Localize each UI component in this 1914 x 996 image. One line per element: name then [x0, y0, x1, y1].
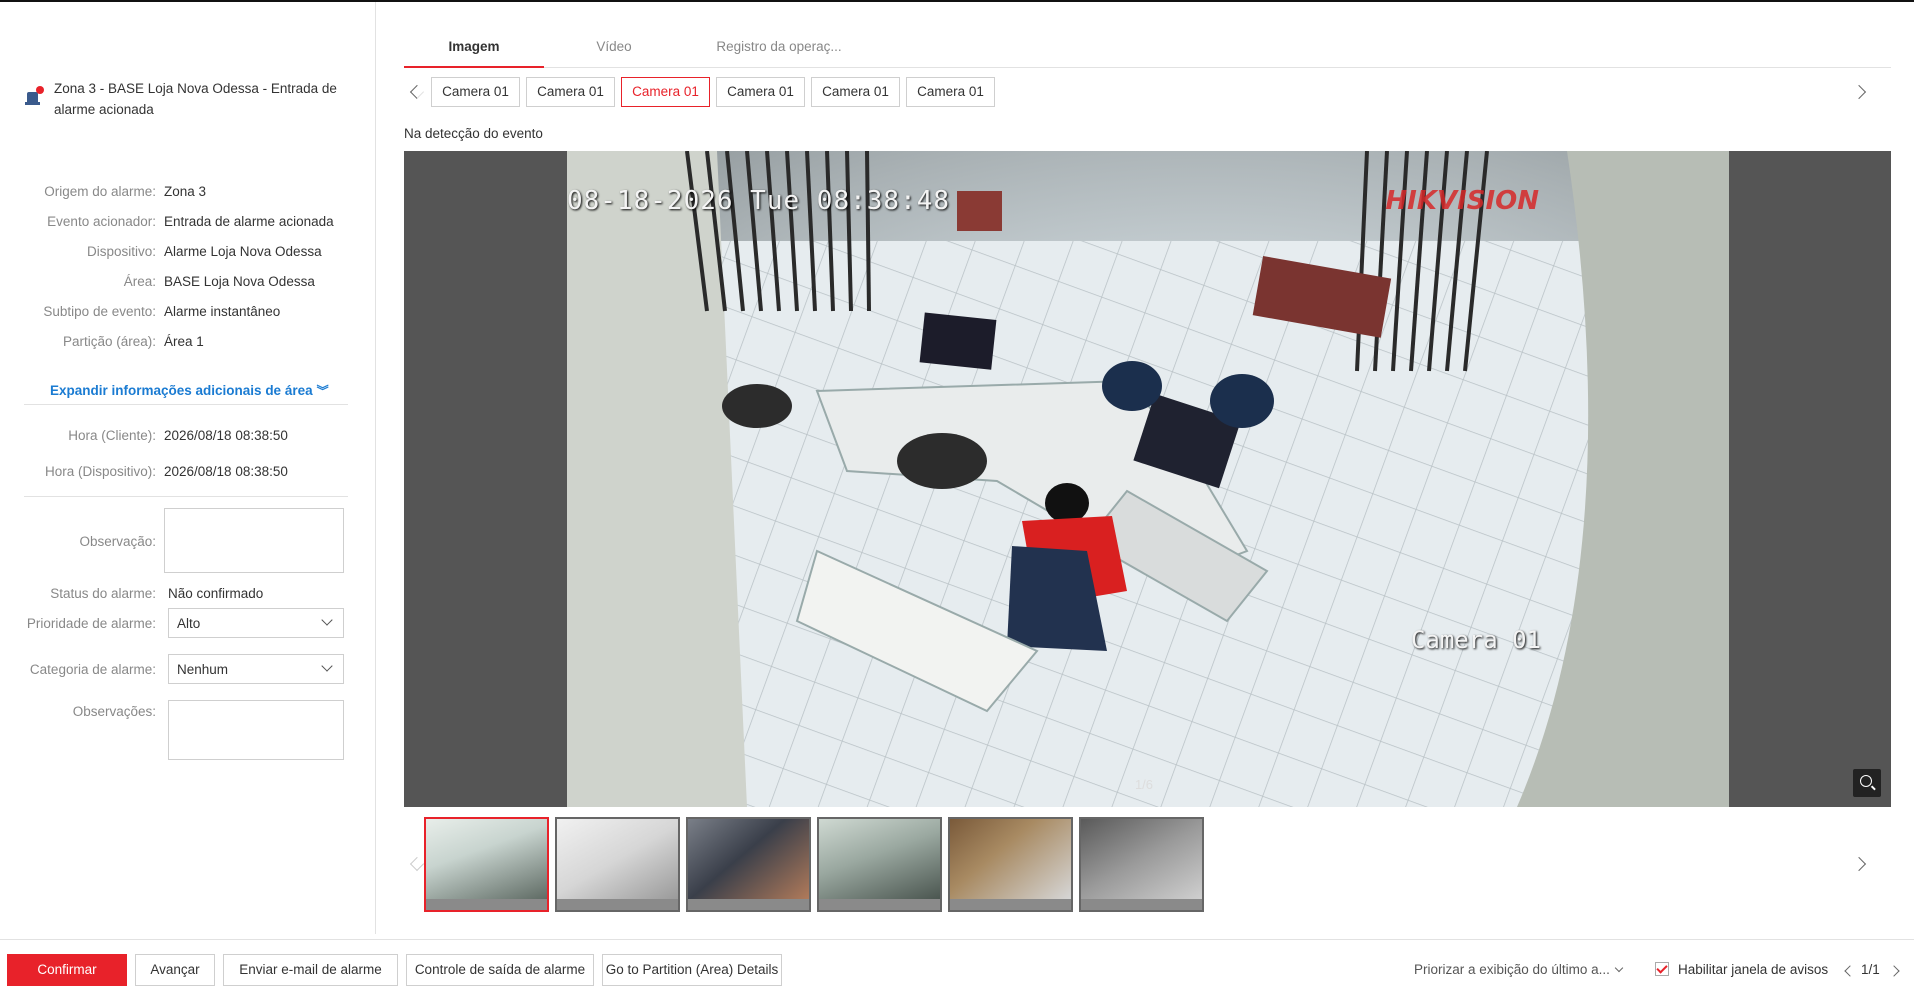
alarm-output-button[interactable]: Controle de saída de alarme — [406, 954, 594, 986]
pager: 1/1 — [1861, 962, 1880, 977]
alarm-title: Zona 3 - BASE Loja Nova Odessa - Entrada… — [54, 81, 337, 117]
tab-video[interactable]: Vídeo — [544, 34, 684, 67]
confirm-button[interactable]: Confirmar — [7, 954, 127, 986]
brand-watermark: HIKVISION — [1385, 186, 1539, 216]
tab-registro[interactable]: Registro da operaç... — [684, 34, 874, 67]
chevron-right-icon[interactable] — [1851, 856, 1867, 872]
thumbnail[interactable] — [555, 817, 680, 912]
divider — [24, 496, 348, 497]
alarm-siren-icon — [24, 86, 44, 106]
observacao-row: Observação: — [24, 508, 354, 573]
action-footer: Confirmar Avançar Enviar e-mail de alarm… — [0, 939, 1914, 996]
camera-snapshot: 08-18-2026 Tue 08:38:48 HIKVISION Camera… — [567, 151, 1729, 807]
partition-details-button[interactable]: Go to Partition (Area) Details — [602, 954, 782, 986]
observacoes-row: Observações: — [24, 700, 354, 760]
image-counter: 1/6 — [1134, 777, 1154, 792]
send-email-button[interactable]: Enviar e-mail de alarme — [223, 954, 398, 986]
time-row-dispositivo: Hora (Dispositivo): 2026/08/18 08:38:50 — [44, 464, 288, 479]
tab-imagem[interactable]: Imagem — [404, 34, 544, 68]
thumbnail[interactable] — [424, 817, 549, 912]
detail-row-dispositivo: Dispositivo: Alarme Loja Nova Odessa — [86, 244, 322, 259]
status-row: Status do alarme: Não confirmado — [50, 586, 264, 601]
enable-window-label: Habilitar janela de avisos — [1678, 962, 1829, 977]
event-caption: Na detecção do evento — [404, 126, 543, 141]
detail-row-origem: Origem do alarme: Zona 3 — [44, 184, 207, 199]
thumbnail[interactable] — [948, 817, 1073, 912]
camera-selector: Camera 01 Camera 01 Camera 01 Camera 01 … — [404, 77, 1894, 107]
detail-row-particao: Partição (área): Área 1 — [62, 334, 204, 349]
categoria-select[interactable]: Nenhum — [168, 654, 344, 684]
chevron-down-icon — [321, 660, 333, 672]
chevron-left-icon[interactable] — [1844, 965, 1856, 977]
camera-button[interactable]: Camera 01 — [716, 77, 805, 107]
zoom-in-button[interactable] — [1853, 769, 1881, 797]
chevron-down-icon — [321, 614, 333, 626]
thumbnail[interactable] — [1079, 817, 1204, 912]
thumbnail[interactable] — [686, 817, 811, 912]
snapshot-illustration — [567, 151, 1729, 807]
detail-row-subtipo: Subtipo de evento: Alarme instantâneo — [43, 304, 281, 319]
status-value: Não confirmado — [168, 586, 264, 601]
detail-row-evento: Evento acionador: Entrada de alarme acio… — [47, 214, 334, 229]
advance-button[interactable]: Avançar — [135, 954, 215, 986]
priority-display-select[interactable]: Priorizar a exibição do último a... — [1414, 962, 1624, 977]
image-viewer[interactable]: 08-18-2026 Tue 08:38:48 HIKVISION Camera… — [404, 151, 1891, 807]
expand-area-info-link[interactable]: Expandir informações adicionais de área ︾ — [50, 382, 329, 399]
chevron-right-icon[interactable] — [1851, 84, 1867, 100]
camera-button[interactable]: Camera 01 — [431, 77, 520, 107]
camera-button-selected[interactable]: Camera 01 — [621, 77, 710, 107]
camera-button[interactable]: Camera 01 — [811, 77, 900, 107]
observacao-textarea[interactable] — [164, 508, 344, 573]
thumbnail[interactable] — [817, 817, 942, 912]
categoria-row: Categoria de alarme: Nenhum — [24, 654, 354, 684]
chevron-left-icon[interactable] — [409, 84, 425, 100]
prioridade-row: Prioridade de alarme: Alto — [24, 608, 354, 638]
observacoes-textarea[interactable] — [168, 700, 344, 760]
time-row-cliente: Hora (Cliente): 2026/08/18 08:38:50 — [68, 428, 288, 443]
chevron-double-down-icon: ︾ — [316, 384, 329, 398]
camera-button[interactable]: Camera 01 — [526, 77, 615, 107]
media-tabs: Imagem Vídeo Registro da operaç... — [404, 34, 1891, 68]
timestamp-overlay: 08-18-2026 Tue 08:38:48 — [567, 186, 951, 216]
chevron-left-icon[interactable] — [409, 856, 425, 872]
prioridade-select[interactable]: Alto — [168, 608, 344, 638]
detail-row-area: Área: BASE Loja Nova Odessa — [123, 274, 315, 289]
enable-window-checkbox[interactable] — [1655, 962, 1669, 976]
media-panel: Imagem Vídeo Registro da operaç... Camer… — [377, 2, 1914, 934]
alarm-header: Zona 3 - BASE Loja Nova Odessa - Entrada… — [24, 78, 354, 120]
zoom-icon — [1860, 775, 1872, 787]
camera-button[interactable]: Camera 01 — [906, 77, 995, 107]
chevron-down-icon — [1614, 963, 1624, 973]
alarm-detail-panel: Zona 3 - BASE Loja Nova Odessa - Entrada… — [0, 2, 376, 934]
camera-name-overlay: Camera 01 — [1410, 626, 1541, 654]
thumbnail-strip — [404, 817, 1894, 912]
divider — [24, 404, 348, 405]
